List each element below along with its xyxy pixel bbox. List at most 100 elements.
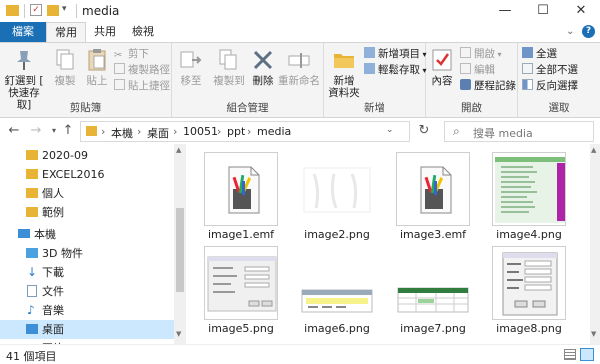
nav-item-3d-objects[interactable]: 3D 物件: [0, 244, 174, 263]
select-all-button[interactable]: 全選: [522, 47, 557, 61]
open-button[interactable]: 開啟 ▾: [460, 47, 502, 61]
tab-home[interactable]: 常用: [46, 22, 86, 42]
file-tile[interactable]: image5.png: [198, 246, 284, 335]
nav-item-documents[interactable]: 文件: [0, 282, 174, 301]
invert-selection-button[interactable]: 反向選擇: [522, 79, 578, 93]
search-icon: ⌕: [453, 124, 460, 138]
scroll-up-icon[interactable]: ▲: [591, 146, 596, 154]
image-thumbnail: [204, 246, 278, 320]
address-bar[interactable]: › 本機 › 桌面 › 10051 › ppt › media ⌄: [80, 121, 410, 142]
chevron-down-icon[interactable]: ⌄: [566, 26, 574, 37]
details-view-icon[interactable]: [564, 349, 576, 360]
copy-button[interactable]: 複製: [50, 47, 80, 87]
scroll-down-icon[interactable]: ▼: [591, 330, 596, 338]
nav-item-this-pc[interactable]: 本機: [0, 225, 174, 244]
move-to-label: 移至: [180, 75, 202, 87]
cut-label: 剪下: [128, 48, 149, 60]
file-tile[interactable]: image4.png: [486, 152, 572, 241]
refresh-icon[interactable]: ↻: [416, 122, 432, 140]
breadcrumb-separator: ›: [173, 125, 178, 138]
minimize-button[interactable]: —: [486, 0, 524, 22]
cut-button[interactable]: ✂ 剪下: [114, 47, 149, 61]
new-item-button[interactable]: 新增項目 ▾: [364, 47, 427, 61]
properties-label: 內容: [431, 75, 453, 87]
copy-icon: [52, 47, 78, 73]
nav-item-music[interactable]: ♪ 音樂: [0, 301, 174, 320]
nav-item-2020-09[interactable]: 2020-09: [0, 146, 174, 165]
edit-icon: [460, 63, 471, 74]
nav-item-label: EXCEL2016: [42, 168, 105, 181]
nav-item-desktop[interactable]: 桌面: [0, 320, 174, 339]
ribbon: 釘選到 [ 快速存取] 複製 貼上 ✂剪下 複製路徑 貼上捷徑 剪貼簿 移至: [0, 42, 600, 118]
history-button[interactable]: 歷程記錄: [460, 79, 516, 93]
new-folder-quick-icon[interactable]: [47, 5, 59, 16]
paste-icon: [84, 47, 110, 73]
address-dropdown-icon[interactable]: ⌄: [386, 125, 394, 135]
delete-button[interactable]: 刪除: [250, 47, 276, 87]
nav-pane-scrollbar[interactable]: ▲ ▼: [174, 144, 186, 344]
select-none-label: 全部不選: [536, 64, 578, 76]
scrollbar-thumb[interactable]: [176, 208, 184, 292]
nav-item-examples[interactable]: 範例: [0, 203, 174, 222]
paste-button[interactable]: 貼上: [82, 47, 112, 87]
breadcrumb-10051[interactable]: 10051: [183, 125, 218, 138]
edit-button[interactable]: 編輯: [460, 63, 495, 77]
breadcrumb-separator: ›: [137, 125, 142, 138]
copy-path-icon: [114, 63, 125, 74]
cube-icon: [26, 248, 38, 258]
navigation-pane: 2020-09 EXCEL2016 個人 範例 本機 3D 物件 ↓ 下載 文件…: [0, 144, 186, 344]
easy-access-label: 輕鬆存取: [378, 64, 420, 76]
item-count: 41 個項目: [6, 350, 57, 363]
scroll-up-icon[interactable]: ▲: [176, 146, 181, 154]
new-folder-button[interactable]: 新增 資料夾: [326, 47, 362, 99]
copy-path-button[interactable]: 複製路徑: [114, 63, 170, 77]
document-icon: [27, 285, 37, 297]
breadcrumb-separator: ›: [247, 125, 252, 138]
paste-shortcut-button[interactable]: 貼上捷徑: [114, 79, 170, 93]
file-tile[interactable]: image2.png: [294, 152, 380, 241]
forward-arrow-icon[interactable]: →: [28, 122, 44, 140]
file-tile[interactable]: image6.png: [294, 246, 380, 335]
file-list: image1.emf image2.png image3.emf image4.…: [186, 144, 590, 344]
nav-item-label: 文件: [42, 285, 64, 298]
customize-toolbar-icon[interactable]: ▾: [62, 4, 67, 14]
file-name: image1.emf: [207, 228, 275, 241]
back-arrow-icon[interactable]: ←: [6, 122, 22, 140]
file-tile[interactable]: image7.png: [390, 246, 476, 335]
help-icon[interactable]: ?: [582, 25, 595, 38]
breadcrumb-desktop[interactable]: 桌面: [147, 125, 169, 141]
ribbon-tabs: 檔案 常用 共用 檢視 ⌄ ?: [0, 22, 600, 42]
properties-quick-icon[interactable]: ✓: [30, 4, 42, 16]
up-arrow-icon[interactable]: ↑: [60, 122, 76, 140]
new-item-icon: [364, 47, 375, 58]
delete-x-icon: [250, 47, 276, 73]
close-button[interactable]: ✕: [562, 0, 600, 22]
tab-file[interactable]: 檔案: [0, 22, 46, 42]
scroll-down-icon[interactable]: ▼: [176, 330, 181, 338]
move-to-button[interactable]: 移至: [176, 47, 206, 87]
file-tile[interactable]: image1.emf: [198, 152, 284, 241]
search-box[interactable]: ⌕ 搜尋 media: [444, 121, 594, 142]
tab-view[interactable]: 檢視: [124, 22, 162, 42]
file-name: image3.emf: [399, 228, 467, 241]
breadcrumb-ppt[interactable]: ppt: [227, 125, 245, 138]
history-icon: [460, 79, 471, 90]
file-tile[interactable]: image8.png: [486, 246, 572, 335]
properties-button[interactable]: 內容: [428, 47, 456, 87]
select-none-button[interactable]: 全部不選: [522, 63, 578, 77]
group-new: 新增 資料夾 新增項目 ▾ 輕鬆存取 ▾ 新增: [324, 43, 427, 117]
nav-item-excel2016[interactable]: EXCEL2016: [0, 165, 174, 184]
nav-item-label: 2020-09: [42, 149, 88, 162]
easy-access-button[interactable]: 輕鬆存取 ▾: [364, 63, 427, 77]
nav-item-personal[interactable]: 個人: [0, 184, 174, 203]
nav-item-downloads[interactable]: ↓ 下載: [0, 263, 174, 282]
rename-button[interactable]: 重新命名: [276, 47, 322, 87]
tab-share[interactable]: 共用: [86, 22, 124, 42]
content-scrollbar[interactable]: ▲ ▼: [590, 144, 600, 344]
file-tile[interactable]: image3.emf: [390, 152, 476, 241]
breadcrumb-pc[interactable]: 本機: [111, 125, 133, 141]
maximize-button[interactable]: ☐: [524, 0, 562, 22]
copy-to-button[interactable]: 複製到: [210, 47, 248, 87]
breadcrumb-media[interactable]: media: [257, 125, 291, 138]
large-icons-view-icon[interactable]: [580, 348, 594, 361]
